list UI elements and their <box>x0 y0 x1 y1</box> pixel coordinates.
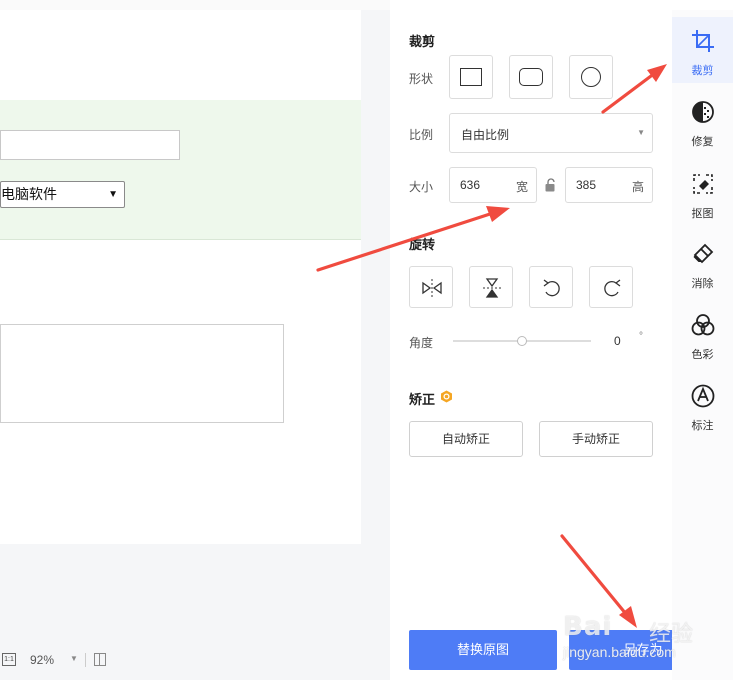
tool-cutout-label: 抠图 <box>691 208 714 220</box>
rounded-rect-shape-icon <box>519 68 543 86</box>
document-page <box>0 10 361 544</box>
cutout-icon <box>693 174 713 194</box>
annotate-icon <box>691 384 715 408</box>
square-shape-icon <box>460 68 482 86</box>
size-label: 大小 <box>409 180 434 194</box>
width-value: 636 <box>460 178 481 192</box>
angle-label: 角度 <box>409 336 434 350</box>
height-value: 385 <box>576 178 597 192</box>
chevron-down-icon: ▼ <box>637 128 645 137</box>
width-input[interactable]: 636 宽 <box>449 167 537 203</box>
tool-color-label: 色彩 <box>691 349 714 361</box>
tool-strip: 裁剪 修复 抠图 消除 色彩 标注 <box>672 10 733 680</box>
shape-square-button[interactable] <box>449 55 493 99</box>
property-panel: 裁剪 形状 比例 自由比例 ▼ 大小 636 宽 385 高 旋转 角度 0 °… <box>390 0 717 680</box>
shape-rounded-button[interactable] <box>509 55 553 99</box>
tool-crop-label: 裁剪 <box>691 65 714 77</box>
rotate-left-button[interactable] <box>529 266 573 308</box>
actual-size-button[interactable]: 1:1 <box>2 653 16 666</box>
ratio-select-value: 自由比例 <box>461 128 510 142</box>
ratio-select[interactable]: 自由比例 ▼ <box>449 113 653 153</box>
height-unit: 高 <box>631 180 644 194</box>
zoom-level[interactable]: 92% <box>30 653 54 667</box>
flip-horizontal-icon <box>422 279 442 297</box>
auto-correct-button[interactable]: 自动矫正 <box>409 421 523 457</box>
form-highlight-band <box>0 100 361 240</box>
replace-original-button[interactable]: 替换原图 <box>409 630 557 670</box>
zoom-bar: 1:1 92% ▼ <box>0 648 130 672</box>
rotate-section-title: 旋转 <box>409 237 436 252</box>
ratio-label: 比例 <box>409 128 434 142</box>
zoom-caret-icon[interactable]: ▼ <box>70 654 78 663</box>
color-icon <box>691 314 715 336</box>
manual-correct-button[interactable]: 手动矫正 <box>539 421 653 457</box>
canvas-area[interactable]: 电脑软件 ▼ 1:1 92% ▼ <box>0 0 390 680</box>
compare-view-icon[interactable] <box>94 653 106 666</box>
tool-erase[interactable]: 消除 <box>672 230 733 296</box>
shape-circle-button[interactable] <box>569 55 613 99</box>
tool-color[interactable]: 色彩 <box>672 301 733 367</box>
crop-section-title: 裁剪 <box>409 34 436 49</box>
canvas-top-strip <box>0 0 390 10</box>
width-unit: 宽 <box>515 180 528 194</box>
tool-annotate[interactable]: 标注 <box>672 372 733 438</box>
angle-unit: ° <box>639 331 643 342</box>
form-text-input[interactable] <box>0 130 180 160</box>
tool-cutout[interactable]: 抠图 <box>672 160 733 226</box>
shape-label: 形状 <box>409 72 434 86</box>
flip-vertical-button[interactable] <box>469 266 513 308</box>
repair-icon <box>692 101 714 123</box>
flip-horizontal-button[interactable] <box>409 266 453 308</box>
tool-annotate-label: 标注 <box>691 420 714 432</box>
crop-icon <box>692 30 714 52</box>
tool-repair[interactable]: 修复 <box>672 88 733 154</box>
tool-crop[interactable]: 裁剪 <box>672 17 733 83</box>
height-input[interactable]: 385 高 <box>565 167 653 203</box>
zoom-divider <box>85 653 86 667</box>
select-caret-icon: ▼ <box>108 189 118 200</box>
flip-vertical-icon <box>483 278 501 298</box>
form-category-select[interactable]: 电脑软件 ▼ <box>0 181 125 208</box>
circle-shape-icon <box>581 67 601 87</box>
rotate-right-button[interactable] <box>589 266 633 308</box>
eraser-icon <box>693 243 714 264</box>
correct-section-title: 矫正 <box>409 392 436 407</box>
rotate-right-icon <box>604 279 621 297</box>
tool-repair-label: 修复 <box>691 136 714 148</box>
angle-slider[interactable] <box>453 336 591 346</box>
vip-badge-icon <box>441 390 452 403</box>
unlock-icon[interactable] <box>545 178 557 192</box>
rotate-left-icon <box>543 279 560 297</box>
form-textarea[interactable] <box>0 324 284 423</box>
tool-erase-label: 消除 <box>691 278 714 290</box>
angle-slider-handle[interactable] <box>517 336 527 346</box>
angle-value[interactable]: 0 <box>614 334 621 348</box>
form-select-value: 电脑软件 <box>1 186 57 202</box>
